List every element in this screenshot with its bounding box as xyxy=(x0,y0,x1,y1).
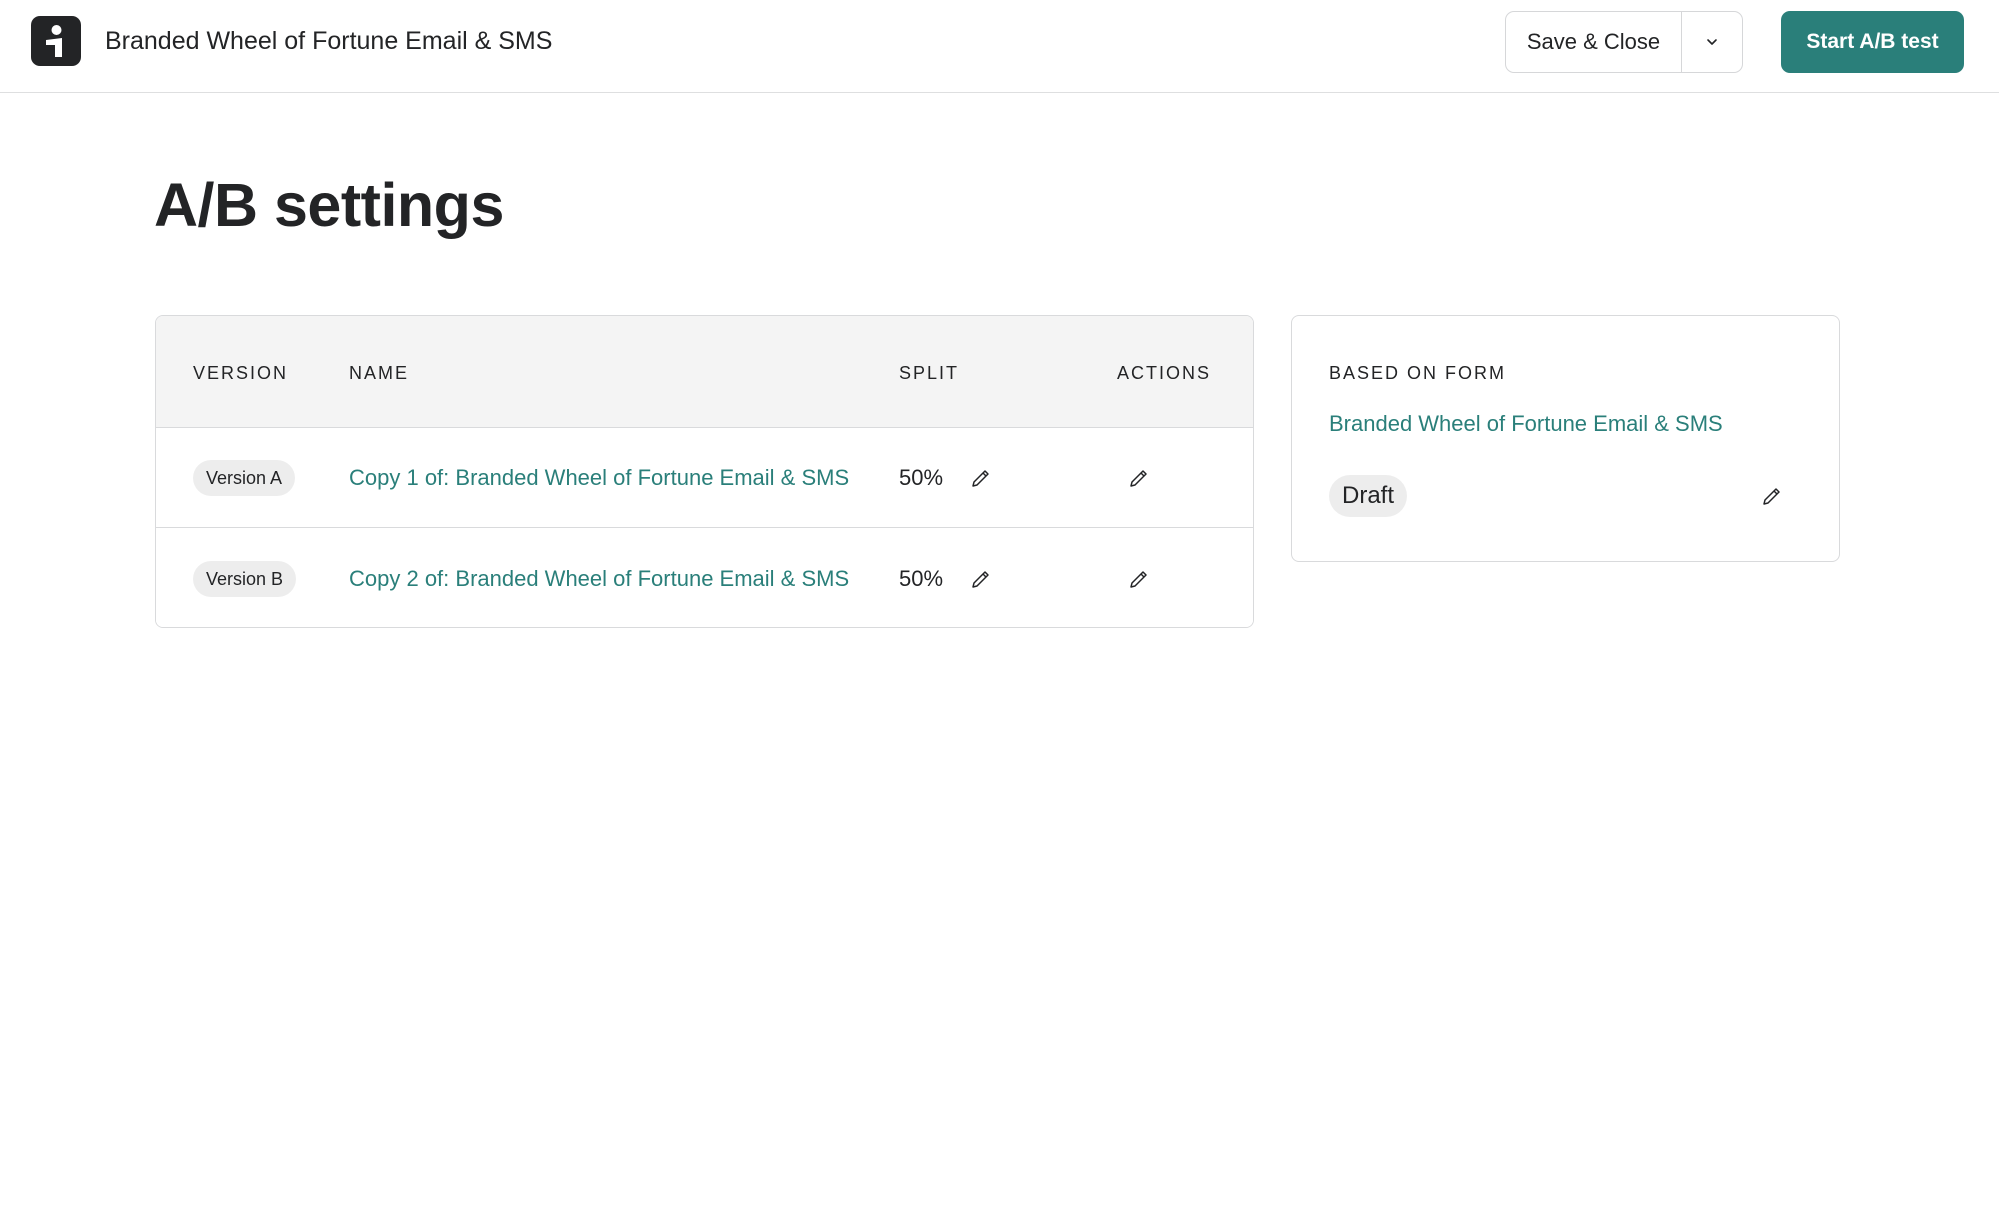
top-bar: Branded Wheel of Fortune Email & SMS Sav… xyxy=(0,0,1999,93)
brand-logo-icon[interactable] xyxy=(31,16,81,66)
pencil-icon xyxy=(972,470,989,487)
column-header-version: VERSION xyxy=(193,363,289,383)
status-badge: Draft xyxy=(1329,475,1408,517)
version-badge: Version B xyxy=(193,561,297,597)
based-on-form-card: BASED ON FORM Branded Wheel of Fortune E… xyxy=(1291,315,1840,562)
pencil-icon xyxy=(1130,470,1147,487)
version-badge: Version A xyxy=(193,460,296,496)
save-close-button[interactable]: Save & Close xyxy=(1506,12,1682,72)
column-header-actions: ACTIONS xyxy=(1117,363,1212,383)
app-title: Branded Wheel of Fortune Email & SMS xyxy=(105,27,553,55)
split-value: 50% xyxy=(899,566,944,591)
split-value: 50% xyxy=(899,465,944,490)
based-on-form-label: BASED ON FORM xyxy=(1329,363,1507,383)
table-row: Version A Copy 1 of: Branded Wheel of Fo… xyxy=(156,428,1253,528)
table-header: VERSION NAME SPLIT ACTIONS xyxy=(156,316,1253,428)
column-header-name: NAME xyxy=(349,363,410,383)
save-options-dropdown[interactable] xyxy=(1682,12,1742,72)
based-on-form-link[interactable]: Branded Wheel of Fortune Email & SMS xyxy=(1329,410,1723,438)
edit-version-button[interactable] xyxy=(1125,464,1153,492)
start-ab-test-button[interactable]: Start A/B test xyxy=(1781,11,1964,73)
chevron-down-icon xyxy=(1707,39,1717,45)
pencil-icon xyxy=(1130,571,1147,588)
edit-split-button[interactable] xyxy=(967,565,995,593)
pencil-icon xyxy=(1763,488,1780,505)
version-name-link[interactable]: Copy 2 of: Branded Wheel of Fortune Emai… xyxy=(349,565,849,593)
table-row: Version B Copy 2 of: Branded Wheel of Fo… xyxy=(156,529,1253,627)
pencil-icon xyxy=(972,571,989,588)
edit-form-button[interactable] xyxy=(1758,482,1786,510)
versions-table: VERSION NAME SPLIT ACTIONS Version A Cop… xyxy=(155,315,1254,628)
column-header-split: SPLIT xyxy=(899,363,960,383)
edit-split-button[interactable] xyxy=(967,464,995,492)
page-title: A/B settings xyxy=(154,171,504,239)
edit-version-button[interactable] xyxy=(1125,565,1153,593)
save-close-split-button: Save & Close xyxy=(1505,11,1743,73)
version-name-link[interactable]: Copy 1 of: Branded Wheel of Fortune Emai… xyxy=(349,464,849,492)
